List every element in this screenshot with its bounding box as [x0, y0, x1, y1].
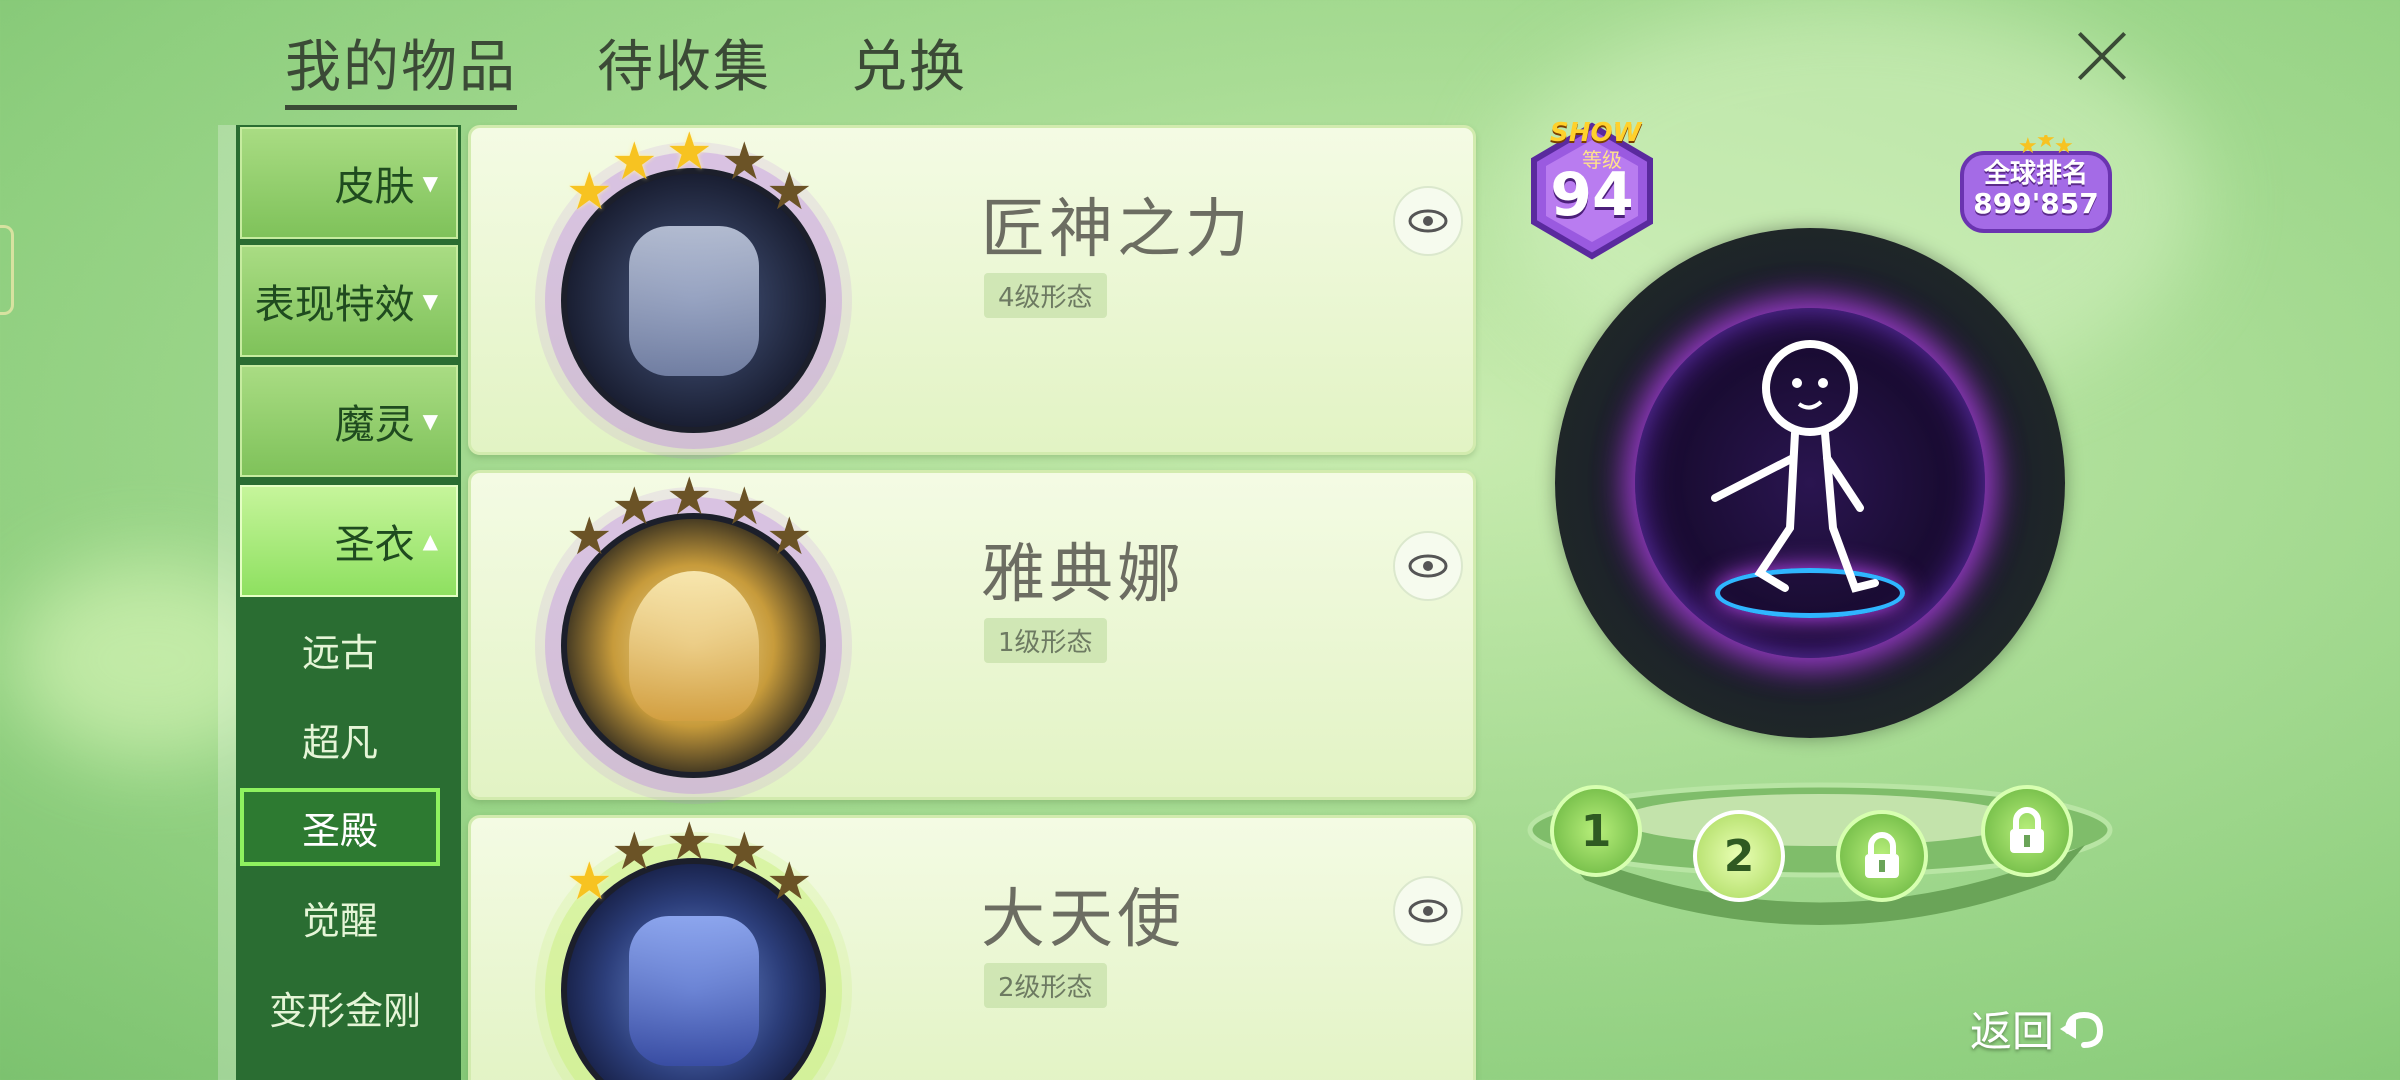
- star-icon: ★: [766, 507, 813, 567]
- form-slot-1[interactable]: 1: [1550, 785, 1642, 877]
- star-rating: ★ ★ ★ ★ ★: [566, 122, 831, 222]
- eye-icon[interactable]: [1393, 186, 1463, 256]
- item-name: 雅典娜: [981, 538, 1185, 612]
- form-level-badge: 1级形态: [984, 618, 1107, 663]
- star-icon: ★: [666, 467, 713, 527]
- category-label: 圣衣: [334, 522, 415, 568]
- svg-text:★: ★: [2036, 135, 2056, 153]
- back-button[interactable]: 返回: [1970, 998, 2104, 1059]
- form-level-badge: 4级形态: [984, 273, 1107, 318]
- tab-exchange[interactable]: 兑换: [851, 22, 967, 110]
- eye-icon[interactable]: [1393, 876, 1463, 946]
- subcategory-extraordinary[interactable]: 超凡: [240, 700, 440, 778]
- global-rank-badge[interactable]: ★ ★ ★ 全球排名 899'857: [1956, 135, 2116, 233]
- form-slot-2[interactable]: 2: [1693, 810, 1785, 902]
- star-icon: ★: [666, 812, 713, 872]
- star-icon: ★: [721, 822, 768, 882]
- chevron-down-icon: ▼: [422, 289, 438, 313]
- star-icon: ★: [766, 852, 813, 912]
- subcategory-awakening[interactable]: 觉醒: [240, 878, 440, 956]
- tab-my-items[interactable]: 我的物品: [285, 22, 517, 110]
- star-icon: ★: [611, 477, 658, 537]
- star-icon: ★: [611, 822, 658, 882]
- star-icon: ★: [566, 162, 613, 222]
- star-icon: ★: [721, 477, 768, 537]
- category-effects[interactable]: 表现特效 ▼: [240, 245, 458, 357]
- back-label: 返回: [1970, 1007, 2055, 1056]
- item-card[interactable]: ★ ★ ★ ★ ★ 雅典娜 1级形态: [468, 470, 1476, 800]
- star-icon: ★: [766, 162, 813, 222]
- item-name: 匠神之力: [981, 193, 1253, 267]
- chevron-down-icon: ▼: [422, 409, 438, 433]
- star-icon: ★: [721, 132, 768, 192]
- stick-figure-icon: [1711, 340, 1879, 593]
- subcategory-ancient[interactable]: 远古: [240, 610, 440, 688]
- chevron-up-icon: ▲: [422, 529, 438, 553]
- rank-label: 全球排名: [1983, 159, 2088, 189]
- lock-icon: [1865, 832, 1899, 878]
- category-armor[interactable]: 圣衣 ▲: [240, 485, 458, 597]
- lock-icon: [2010, 807, 2044, 853]
- star-icon: ★: [666, 122, 713, 182]
- top-tabs: 我的物品 待收集 兑换: [285, 22, 967, 110]
- character-preview[interactable]: [1555, 228, 2065, 738]
- item-name: 大天使: [981, 883, 1185, 957]
- star-rating: ★ ★ ★ ★ ★: [566, 812, 831, 912]
- form-level-badge: 2级形态: [984, 963, 1107, 1008]
- category-label: 表现特效: [254, 282, 415, 328]
- star-rating: ★ ★ ★ ★ ★: [566, 467, 831, 567]
- star-icon: ★: [566, 507, 613, 567]
- rank-value: 899'857: [1973, 187, 2099, 220]
- item-card[interactable]: ★ ★ ★ ★ ★ 匠神之力 4级形态: [468, 125, 1476, 455]
- item-card[interactable]: ★ ★ ★ ★ ★ 大天使 2级形态: [468, 815, 1476, 1080]
- return-arrow-icon: [2060, 1011, 2104, 1048]
- star-icon: ★: [611, 132, 658, 192]
- eye-icon[interactable]: [1393, 531, 1463, 601]
- subcategory-transformers[interactable]: 变形金刚: [240, 968, 450, 1046]
- category-label: 魔灵: [334, 402, 415, 448]
- subcategory-sanctuary[interactable]: 圣殿: [240, 788, 440, 866]
- chevron-down-icon: ▼: [422, 171, 438, 195]
- level-value: 94: [1550, 160, 1634, 230]
- category-label: 皮肤: [334, 164, 415, 210]
- form-slot-3-locked[interactable]: [1836, 810, 1928, 902]
- form-slot-4-locked[interactable]: [1981, 785, 2073, 877]
- close-icon[interactable]: [2070, 22, 2134, 86]
- side-edge-tab[interactable]: [0, 225, 14, 315]
- category-spirit[interactable]: 魔灵 ▼: [240, 365, 458, 477]
- tab-to-collect[interactable]: 待收集: [597, 22, 771, 110]
- category-skin[interactable]: 皮肤 ▼: [240, 127, 458, 239]
- star-icon: ★: [566, 852, 613, 912]
